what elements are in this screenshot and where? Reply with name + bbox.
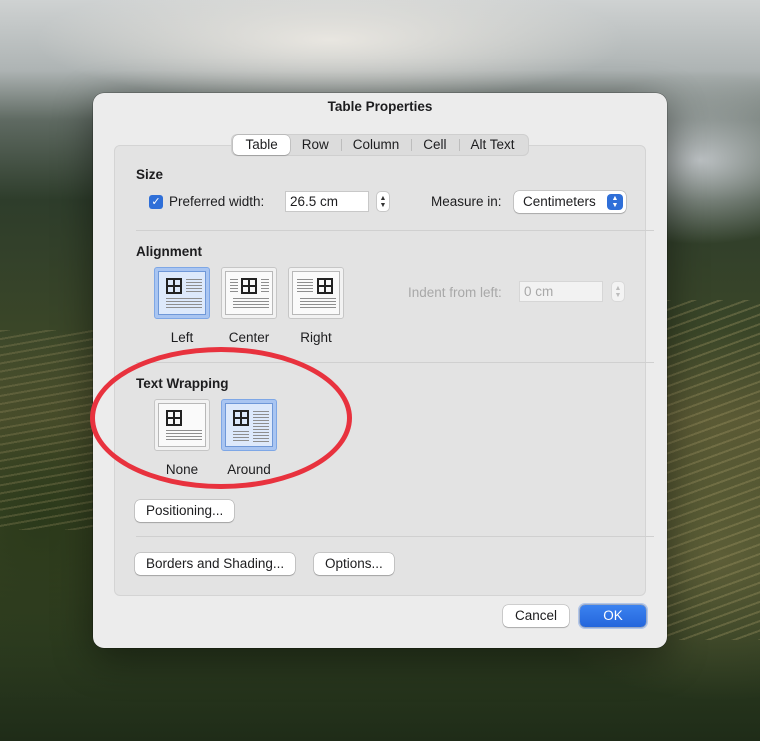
divider (136, 536, 654, 537)
alignment-section-title: Alignment (136, 244, 202, 259)
divider (136, 230, 654, 231)
measure-in-label: Measure in: (431, 194, 502, 209)
tab-alt-text[interactable]: Alt Text (458, 135, 527, 155)
tab-bar-container: Table Row Column Cell Alt Text (93, 134, 667, 156)
preferred-width-checkbox[interactable]: ✓ (149, 195, 163, 209)
size-section-title: Size (136, 167, 164, 182)
text-wrapping-section-title: Text Wrapping (136, 376, 229, 391)
chevron-up-icon: ▲ (614, 284, 622, 292)
checkmark-icon: ✓ (151, 196, 161, 208)
tab-bar: Table Row Column Cell Alt Text (231, 134, 529, 156)
tab-row[interactable]: Row (290, 135, 341, 155)
align-left-icon (158, 271, 206, 315)
indent-from-left-field[interactable]: 0 cm (519, 281, 603, 302)
table-properties-dialog: Table Properties Size ✓ Preferred width:… (93, 93, 667, 648)
background-vineyard-rows-left (0, 330, 100, 530)
options-button[interactable]: Options... (314, 553, 394, 575)
wrap-none-label: None (165, 462, 199, 477)
align-center-button[interactable] (221, 267, 277, 319)
align-right-label: Right (300, 330, 332, 345)
align-right-button[interactable] (288, 267, 344, 319)
measure-in-popup[interactable]: Centimeters ▲ ▼ (514, 191, 626, 213)
wrap-none-icon (158, 403, 206, 447)
measure-in-value: Centimeters (523, 194, 596, 209)
chevron-up-down-icon: ▲ ▼ (607, 194, 623, 210)
indent-from-left-label: Indent from left: (408, 285, 502, 300)
cancel-button[interactable]: Cancel (503, 605, 569, 627)
table-tab-panel: Size ✓ Preferred width: 26.5 cm ▲ ▼ Meas… (114, 145, 654, 596)
wrap-none-button[interactable] (154, 399, 210, 451)
chevron-down-icon: ▼ (614, 291, 622, 299)
align-left-label: Left (170, 330, 194, 345)
preferred-width-label: Preferred width: (169, 194, 265, 209)
wrap-around-label: Around (227, 462, 271, 477)
dialog-title: Table Properties (327, 99, 433, 114)
tab-column[interactable]: Column (340, 135, 412, 155)
align-right-icon (292, 271, 340, 315)
positioning-button[interactable]: Positioning... (135, 500, 235, 522)
tab-table[interactable]: Table (233, 135, 290, 155)
chevron-up-icon: ▲ (379, 194, 387, 202)
wrap-around-icon (225, 403, 273, 447)
wrap-around-button[interactable] (221, 399, 277, 451)
divider (136, 362, 654, 363)
borders-and-shading-button[interactable]: Borders and Shading... (135, 553, 296, 575)
align-center-label: Center (228, 330, 270, 345)
align-left-button[interactable] (154, 267, 210, 319)
tab-cell[interactable]: Cell (411, 135, 458, 155)
preferred-width-stepper[interactable]: ▲ ▼ (376, 191, 390, 212)
ok-button[interactable]: OK (580, 605, 646, 627)
align-center-icon (225, 271, 273, 315)
chevron-down-icon: ▼ (379, 201, 387, 209)
indent-stepper[interactable]: ▲ ▼ (611, 281, 625, 302)
preferred-width-field[interactable]: 26.5 cm (285, 191, 369, 212)
